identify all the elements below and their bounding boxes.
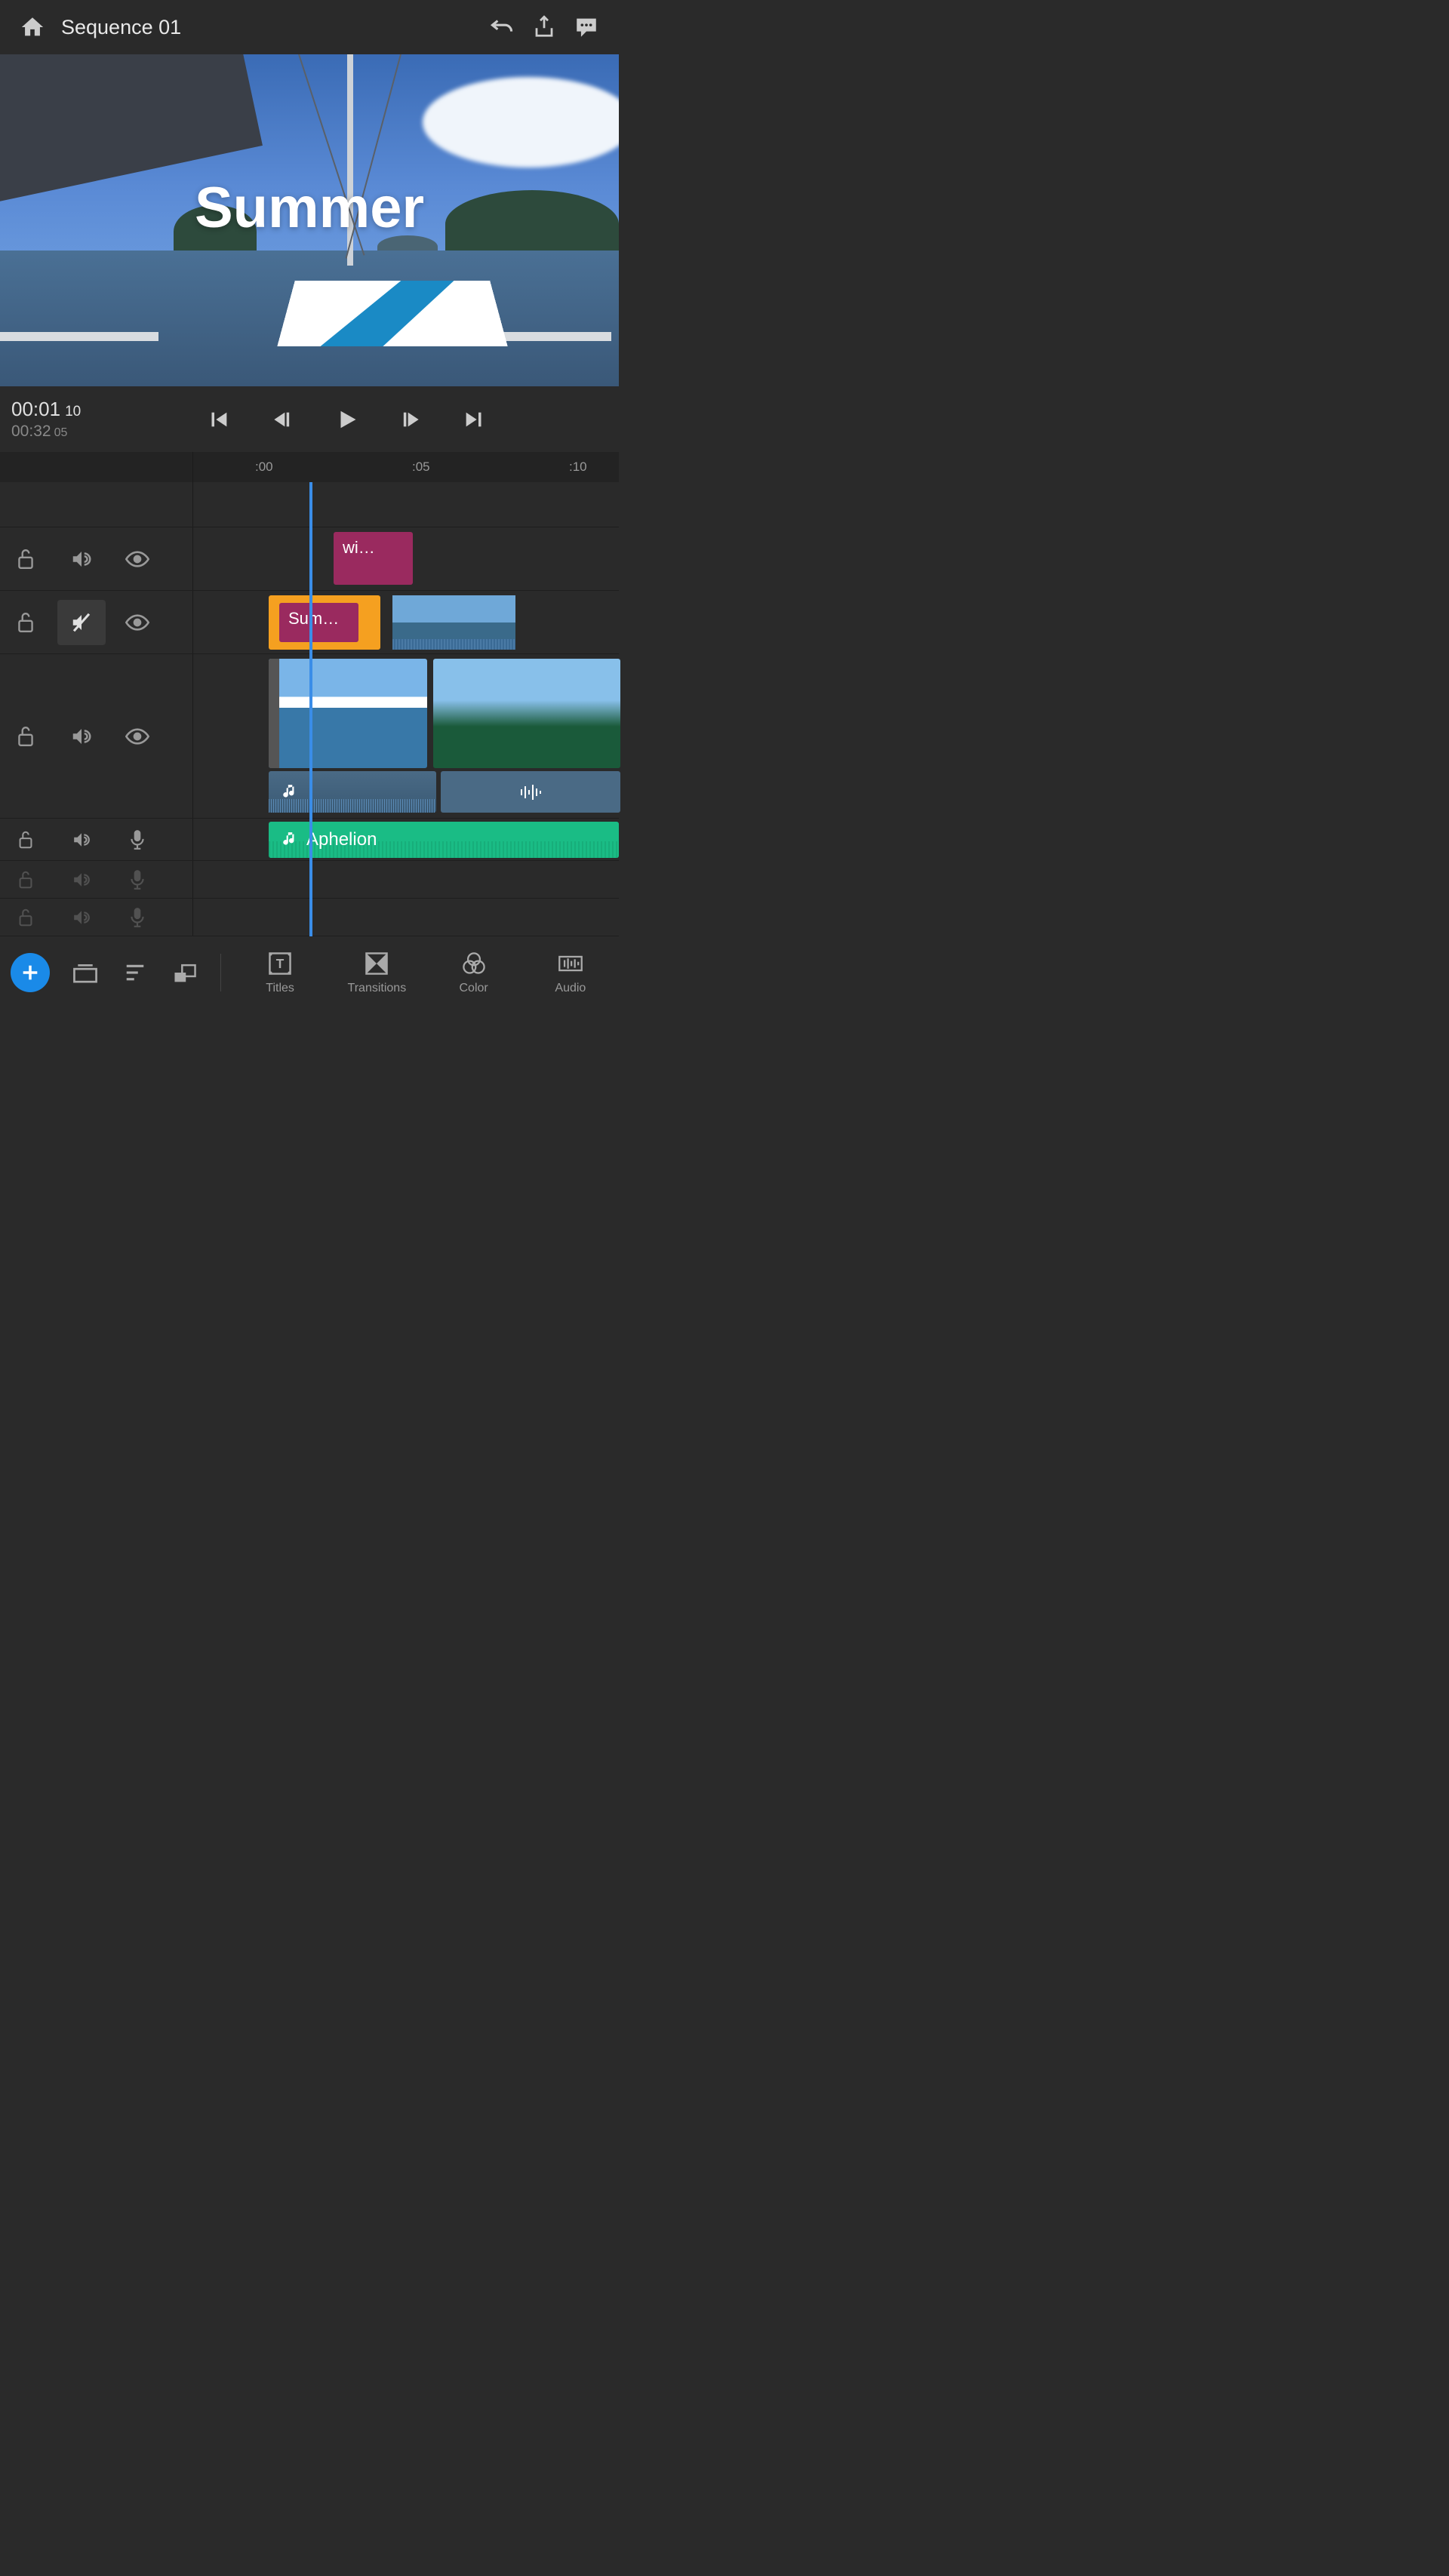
playhead[interactable]: [309, 482, 312, 936]
track-head: [0, 899, 193, 936]
color-panel-button[interactable]: Color: [436, 950, 512, 995]
speaker-icon[interactable]: [69, 828, 94, 852]
video-thumbnail-clip[interactable]: [392, 595, 515, 650]
title-clip[interactable]: Sum…: [279, 603, 358, 642]
speaker-icon[interactable]: [69, 724, 94, 749]
ruler-spacer: [0, 452, 193, 482]
preview-outrigger: [0, 332, 158, 341]
speaker-icon[interactable]: [69, 905, 94, 930]
speaker-icon[interactable]: [69, 547, 94, 571]
comment-icon[interactable]: [573, 14, 600, 41]
svg-text:T: T: [276, 956, 285, 971]
transitions-icon: [363, 950, 390, 977]
ruler-mark: :05: [412, 460, 430, 475]
track-head: [0, 591, 193, 653]
timeline-ruler[interactable]: :00 :05 :10: [0, 452, 619, 482]
track-head: [0, 819, 193, 860]
eye-icon[interactable]: [125, 610, 149, 635]
track-content[interactable]: Sum…: [193, 591, 619, 653]
track-head: [0, 527, 193, 590]
track-head: [0, 861, 193, 898]
color-icon: [460, 950, 488, 977]
titles-panel-button[interactable]: T Titles: [242, 950, 318, 995]
timecode-duration: 00:3205: [11, 423, 81, 441]
mic-icon[interactable]: [125, 868, 149, 892]
lock-icon[interactable]: [14, 868, 38, 892]
lock-icon[interactable]: [14, 610, 38, 635]
title-clip[interactable]: wi…: [334, 532, 413, 585]
transitions-panel-button[interactable]: Transitions: [339, 950, 414, 995]
eye-icon[interactable]: [125, 547, 149, 571]
preview-boat: [277, 281, 507, 346]
track-head: [0, 654, 193, 818]
track-content[interactable]: [193, 654, 619, 818]
timecode-current: 00:0110: [11, 398, 81, 421]
sequence-title[interactable]: Sequence 01: [61, 16, 473, 39]
timecode: 00:0110 00:3205: [8, 398, 81, 441]
mic-icon[interactable]: [125, 828, 149, 852]
timeline[interactable]: wi… Sum…: [0, 482, 619, 936]
mute-icon[interactable]: [57, 600, 106, 645]
eye-icon[interactable]: [125, 724, 149, 749]
lock-icon[interactable]: [14, 905, 38, 930]
preview-window[interactable]: Summer: [0, 54, 619, 386]
video-clip[interactable]: [433, 659, 620, 768]
divider: [220, 954, 221, 991]
waveform: [269, 799, 436, 813]
track-content: [193, 482, 619, 527]
lock-icon[interactable]: [14, 828, 38, 852]
speaker-icon[interactable]: [69, 868, 94, 892]
track-head-spacer: [0, 482, 193, 527]
track-content[interactable]: wi…: [193, 527, 619, 590]
title-overlay: Summer: [0, 175, 619, 241]
playback-bar: 00:0110 00:3205: [0, 386, 619, 452]
lock-icon[interactable]: [14, 724, 38, 749]
music-clip[interactable]: Aphelion: [269, 822, 619, 858]
ruler-mark: :10: [569, 460, 587, 475]
go-end-icon[interactable]: [460, 407, 486, 432]
track-content[interactable]: [193, 861, 619, 898]
share-icon[interactable]: [531, 14, 558, 41]
audio-panel-button[interactable]: Audio: [533, 950, 608, 995]
play-icon[interactable]: [334, 407, 359, 432]
titles-icon: T: [266, 950, 294, 977]
audio-icon: [557, 950, 584, 977]
track-content[interactable]: Aphelion: [193, 819, 619, 860]
ruler-marks: :00 :05 :10: [193, 452, 619, 482]
undo-icon[interactable]: [488, 14, 515, 41]
step-forward-icon[interactable]: [397, 407, 423, 432]
audio-clip[interactable]: [269, 771, 436, 813]
track-content[interactable]: [193, 899, 619, 936]
transport-controls: [81, 407, 611, 432]
bottom-bar: T Titles Transitions Color Audio: [0, 936, 619, 1004]
mic-icon[interactable]: [125, 905, 149, 930]
crop-icon[interactable]: [171, 958, 199, 987]
clip-handle[interactable]: [269, 659, 279, 768]
home-icon[interactable]: [19, 14, 46, 41]
ruler-mark: :00: [255, 460, 273, 475]
edit-icon[interactable]: [121, 958, 149, 987]
add-button[interactable]: [11, 953, 50, 992]
top-bar: Sequence 01: [0, 0, 619, 54]
step-back-icon[interactable]: [270, 407, 296, 432]
audio-clip[interactable]: [441, 771, 620, 813]
lock-icon[interactable]: [14, 547, 38, 571]
project-icon[interactable]: [71, 958, 100, 987]
video-clip[interactable]: [269, 659, 427, 768]
go-start-icon[interactable]: [207, 407, 232, 432]
